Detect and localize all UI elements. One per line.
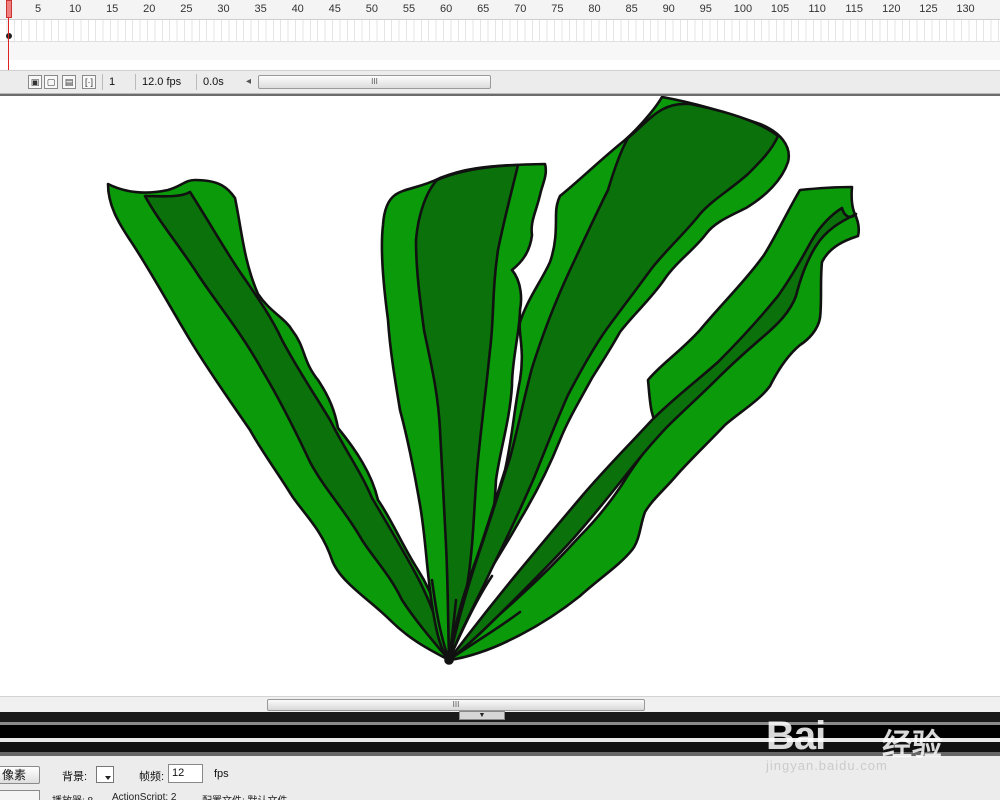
actionscript-version: ActionScript: 2 (112, 792, 177, 800)
baidu-watermark: Bai 经验 jingyan.baidu.com (762, 690, 962, 782)
ruler-frame-number: 25 (180, 3, 193, 15)
timeline-ruler[interactable]: 5 10 15 20 25 30 35 40 45 50 55 60 65 70 75 80 85 90 95 100… (0, 0, 1000, 20)
ruler-frame-number: 30 (217, 3, 230, 15)
ruler-frame-number: 95 (699, 3, 712, 15)
ruler-frame-number: 90 (662, 3, 675, 15)
onion-skin-outlines-icon[interactable]: ▢ (44, 75, 58, 89)
profile-label: 配置文件: 默认文件 (202, 792, 288, 800)
timeline-toolbar: ▣ ▢ ▤ [·] 1 12.0 fps 0.0s ◂ III (0, 70, 1000, 94)
stage-canvas[interactable] (0, 96, 1000, 696)
frame-rate-readout[interactable]: 12.0 fps (135, 74, 187, 90)
scroll-grip-icon: III (452, 700, 460, 709)
ruler-frame-number: 55 (402, 3, 416, 15)
ruler-frame-number: 35 (254, 3, 267, 15)
watermark-url: jingyan.baidu.com (766, 758, 888, 773)
frame-rate-input[interactable]: 12 (168, 764, 203, 783)
ruler-frame-number: 40 (291, 3, 304, 15)
watermark-brand: Bai (766, 714, 826, 758)
ruler-frame-number: 125 (919, 3, 938, 15)
document-size-button[interactable]: 像素 (0, 766, 40, 784)
scroll-left-icon[interactable]: ◂ (246, 76, 251, 87)
modify-onion-markers-icon[interactable]: [·] (82, 75, 96, 89)
player-version: 播放器: 8 (52, 792, 93, 800)
stage-scroll-thumb[interactable]: III (267, 699, 645, 711)
timeline-scrollbar[interactable]: III (258, 75, 491, 89)
timeline-frames[interactable] (0, 20, 1000, 70)
elapsed-time-readout: 0.0s (196, 74, 230, 90)
background-color-swatch[interactable] (96, 766, 114, 783)
empty-frame-row (0, 42, 1000, 60)
ruler-frame-number: 5 (34, 3, 42, 15)
edit-multiple-frames-icon[interactable]: ▤ (62, 75, 76, 89)
collapse-panel-button[interactable]: ▼ (459, 711, 505, 720)
ruler-frame-number: 105 (770, 3, 790, 15)
ruler-frame-number: 130 (956, 3, 975, 15)
playhead-handle[interactable] (6, 0, 12, 18)
frame-rate-label: 帧频: (139, 771, 165, 783)
background-label: 背景: (62, 771, 88, 783)
onion-skin-icon[interactable]: ▣ (28, 75, 42, 89)
publish-settings-button[interactable] (0, 790, 40, 800)
stem-base (444, 655, 454, 665)
ruler-frame-number: 85 (625, 3, 638, 15)
ruler-frame-number: 75 (551, 3, 564, 15)
ruler-frame-number: 120 (882, 3, 901, 15)
ruler-frame-number: 100 (733, 3, 753, 15)
ruler-frame-number: 15 (106, 3, 119, 15)
ruler-frame-number: 110 (808, 3, 826, 15)
ruler-frame-number: 60 (439, 3, 453, 15)
watermark-brand-cn: 经验 (882, 729, 942, 762)
ruler-frame-number: 80 (588, 3, 601, 15)
chevron-down-icon: ▼ (478, 712, 486, 719)
frame-rate-unit: fps (214, 768, 229, 780)
current-frame-readout: 1 (102, 74, 121, 90)
ruler-frame-number: 115 (845, 3, 863, 15)
ruler-frame-number: 20 (143, 3, 156, 15)
ruler-frame-number: 70 (514, 3, 527, 15)
flash-editor-window: 5 10 15 20 25 30 35 40 45 50 55 60 65 70 75 80 85 90 95 100… (0, 0, 1000, 800)
layer-frame-row[interactable] (0, 20, 1000, 42)
seaweed-drawing[interactable] (0, 96, 1000, 696)
ruler-frame-number: 65 (477, 3, 490, 15)
scroll-grip-icon: III (371, 77, 378, 86)
ruler-frame-number: 45 (328, 3, 341, 15)
ruler-frame-number: 50 (365, 3, 379, 15)
ruler-frame-number: 10 (68, 3, 82, 15)
